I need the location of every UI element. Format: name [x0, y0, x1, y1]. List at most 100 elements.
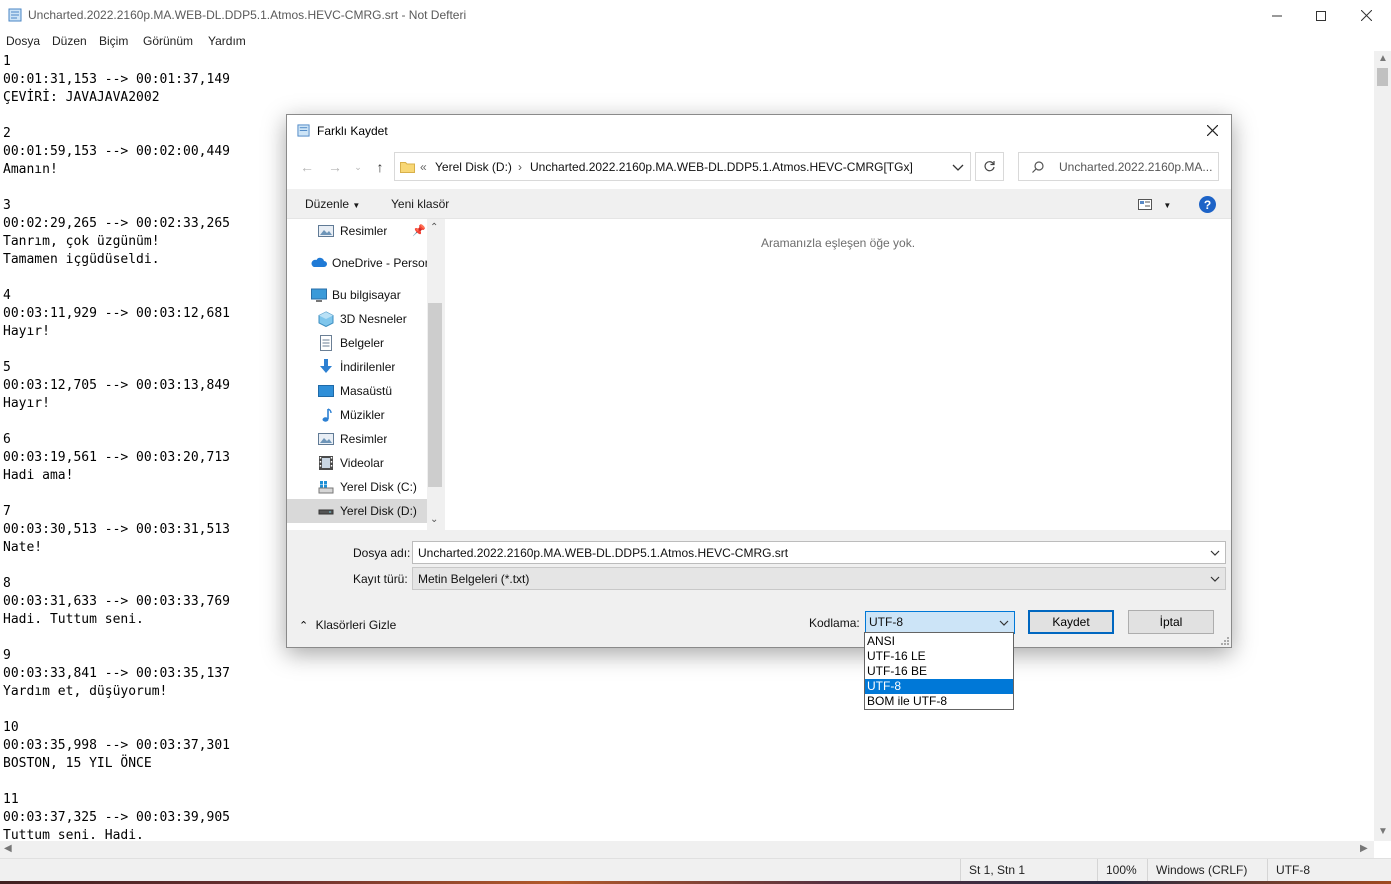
nav-item-videos[interactable]: Videolar [287, 451, 427, 475]
nav-item-this-pc[interactable]: Bu bilgisayar [287, 283, 427, 307]
desktop-icon [318, 385, 334, 397]
dialog-toolbar: Düzenle ▼ Yeni klasör ▼ ? [287, 189, 1231, 219]
nav-label: 3D Nesneler [340, 312, 407, 326]
this-pc-icon [311, 288, 327, 302]
filename-value: Uncharted.2022.2160p.MA.WEB-DL.DDP5.1.At… [418, 546, 789, 560]
cancel-button[interactable]: İptal [1128, 610, 1214, 634]
nav-item-drive-c[interactable]: Yerel Disk (C:) [287, 475, 427, 499]
help-button[interactable]: ? [1199, 196, 1216, 213]
chevron-down-icon[interactable] [1209, 547, 1221, 559]
dropdown-arrow-icon: ▼ [352, 201, 361, 210]
hide-folders-button[interactable]: ⌃ Klasörleri Gizle [299, 618, 396, 632]
address-folder[interactable]: Uncharted.2022.2160p.MA.WEB-DL.DDP5.1.At… [530, 160, 913, 174]
resize-grip-icon[interactable] [1219, 635, 1229, 645]
refresh-button[interactable] [975, 152, 1004, 181]
nav-item-desktop[interactable]: Masaüstü [287, 379, 427, 403]
nav-item-drive-d[interactable]: Yerel Disk (D:) [287, 499, 427, 523]
help-icon: ? [1203, 197, 1212, 212]
vertical-scrollbar[interactable]: ▲ ▼ [1374, 51, 1391, 841]
encoding-option-ansi[interactable]: ANSI [865, 634, 1013, 649]
close-button[interactable] [1343, 0, 1389, 31]
recent-dropdown-icon[interactable]: ⌄ [348, 158, 368, 176]
nav-label: Resimler [340, 224, 388, 238]
organize-label: Düzenle [305, 197, 350, 211]
menu-bar: Dosya Düzen Biçim Görünüm Yardım [0, 31, 1391, 51]
nav-item-onedrive[interactable]: OneDrive - Persor [287, 251, 427, 275]
scroll-left-icon[interactable]: ◀ [4, 843, 12, 854]
filename-input[interactable]: Uncharted.2022.2160p.MA.WEB-DL.DDP5.1.At… [412, 541, 1226, 564]
encoding-option-utf16be[interactable]: UTF-16 BE [865, 664, 1013, 679]
view-options-button[interactable]: ▼ [1138, 197, 1171, 211]
editor-content[interactable]: 1 00:01:31,153 --> 00:01:37,149 ÇEVİRİ: … [3, 53, 230, 841]
folder-icon [400, 162, 415, 173]
horizontal-scrollbar[interactable]: ◀ ▶ [0, 841, 1374, 858]
encoding-option-utf8[interactable]: UTF-8 [865, 679, 1013, 694]
scroll-up-icon[interactable]: ⌃ [430, 222, 438, 233]
dialog-titlebar: Farklı Kaydet [287, 115, 1231, 145]
filetype-value: Metin Belgeleri (*.txt) [418, 572, 530, 586]
filetype-select[interactable]: Metin Belgeleri (*.txt) [412, 567, 1226, 590]
save-as-dialog: Farklı Kaydet ← → ⌄ ↑ « Yerel Disk (D:) … [286, 114, 1232, 648]
navigation-pane: Resimler 📌 OneDrive - Persor Bu bilgisay… [287, 219, 443, 530]
up-arrow-icon[interactable]: ↑ [370, 158, 390, 176]
address-overflow[interactable]: « [420, 160, 427, 174]
encoding-option-utf8-bom[interactable]: BOM ile UTF-8 [865, 694, 1013, 709]
breadcrumb-chevron-icon[interactable]: › [518, 160, 522, 174]
encoding-option-utf16le[interactable]: UTF-16 LE [865, 649, 1013, 664]
menu-file[interactable]: Dosya [6, 34, 40, 48]
nav-item-music[interactable]: Müzikler [287, 403, 427, 427]
chevron-up-icon: ⌃ [299, 620, 309, 632]
address-bar[interactable]: « Yerel Disk (D:) › Uncharted.2022.2160p… [394, 152, 971, 181]
pictures-icon [318, 225, 334, 237]
onedrive-icon [311, 257, 327, 267]
nav-scroll-thumb[interactable] [428, 303, 442, 487]
encoding-label: Kodlama: [809, 616, 860, 630]
scroll-right-icon[interactable]: ▶ [1360, 843, 1368, 854]
dialog-close-button[interactable] [1193, 115, 1231, 145]
status-line-endings: Windows (CRLF) [1147, 859, 1247, 882]
vertical-scroll-thumb[interactable] [1377, 68, 1388, 86]
minimize-button[interactable] [1254, 0, 1300, 31]
filetype-label: Kayıt türü: [353, 572, 408, 586]
nav-item-downloads[interactable]: İndirilenler [287, 355, 427, 379]
chevron-down-icon[interactable] [951, 161, 965, 173]
save-button[interactable]: Kaydet [1028, 610, 1114, 634]
nav-scrollbar[interactable]: ⌃ ⌄ [427, 219, 443, 530]
nav-item-pictures-pinned[interactable]: Resimler 📌 [287, 219, 427, 243]
chevron-down-icon[interactable] [998, 617, 1010, 629]
nav-label: Masaüstü [340, 384, 393, 398]
search-placeholder: Uncharted.2022.2160p.MA.... [1059, 160, 1213, 174]
pin-icon: 📌 [412, 225, 426, 237]
search-input[interactable]: Uncharted.2022.2160p.MA.... [1018, 152, 1219, 181]
scroll-down-icon[interactable]: ▼ [1378, 826, 1388, 837]
menu-view[interactable]: Görünüm [143, 34, 193, 48]
forward-arrow-icon[interactable]: → [325, 158, 345, 176]
maximize-button[interactable] [1298, 0, 1344, 31]
nav-item-documents[interactable]: Belgeler [287, 331, 427, 355]
scroll-down-icon[interactable]: ⌄ [430, 514, 438, 525]
status-position: St 1, Stn 1 [960, 859, 1025, 882]
scroll-up-icon[interactable]: ▲ [1378, 53, 1388, 64]
address-drive[interactable]: Yerel Disk (D:) [435, 160, 512, 174]
menu-format[interactable]: Biçim [99, 34, 128, 48]
close-icon [1360, 10, 1372, 21]
close-icon [1206, 124, 1218, 136]
chevron-down-icon[interactable] [1209, 573, 1221, 585]
encoding-select[interactable]: UTF-8 [865, 611, 1015, 634]
nav-item-3d-objects[interactable]: 3D Nesneler [287, 307, 427, 331]
menu-edit[interactable]: Düzen [52, 34, 87, 48]
organize-button[interactable]: Düzenle ▼ [305, 197, 360, 211]
dialog-title: Farklı Kaydet [317, 124, 388, 138]
new-folder-button[interactable]: Yeni klasör [391, 197, 449, 211]
back-arrow-icon[interactable]: ← [297, 158, 317, 176]
window-title: Uncharted.2022.2160p.MA.WEB-DL.DDP5.1.At… [28, 8, 467, 22]
videos-icon [319, 456, 333, 470]
nav-item-pictures[interactable]: Resimler [287, 427, 427, 451]
menu-help[interactable]: Yardım [208, 34, 246, 48]
nav-label: OneDrive - Persor [332, 256, 427, 270]
nav-label: İndirilenler [340, 360, 396, 374]
nav-label: Belgeler [340, 336, 385, 350]
status-zoom: 100% [1097, 859, 1137, 882]
file-list-pane[interactable]: Aramanızla eşleşen öğe yok. [445, 219, 1231, 530]
notepad-titlebar: Uncharted.2022.2160p.MA.WEB-DL.DDP5.1.At… [0, 0, 1391, 31]
